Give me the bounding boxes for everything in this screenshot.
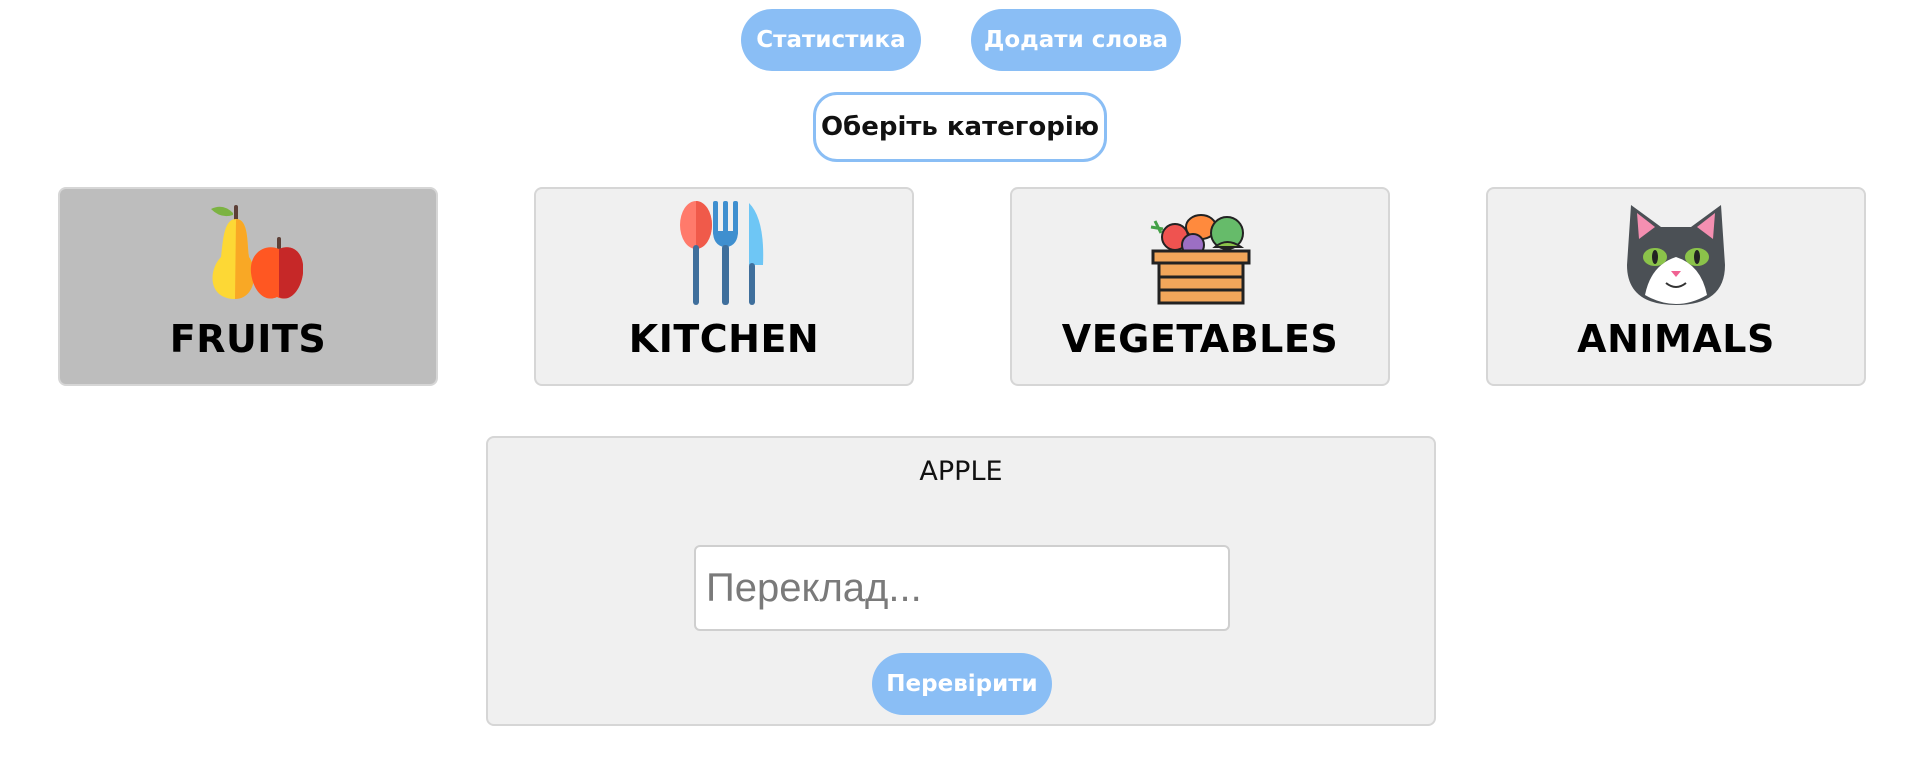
choose-category-heading: Оберіть категорію	[813, 92, 1107, 162]
vegetable-crate-icon	[1145, 199, 1255, 309]
check-button[interactable]: Перевірити	[872, 653, 1052, 715]
cat-icon	[1621, 199, 1731, 309]
statistics-button[interactable]: Статистика	[741, 9, 921, 71]
category-label: ANIMALS	[1577, 317, 1775, 361]
translation-input[interactable]	[694, 545, 1230, 631]
cutlery-icon	[669, 199, 779, 309]
category-card-vegetables[interactable]: VEGETABLES	[1010, 187, 1390, 386]
category-label: VEGETABLES	[1061, 317, 1339, 361]
quiz-panel: APPLE Перевірити	[486, 436, 1436, 726]
fruits-icon	[193, 199, 304, 309]
category-card-fruits[interactable]: FRUITS	[58, 187, 438, 386]
category-label: KITCHEN	[628, 317, 820, 361]
category-card-kitchen[interactable]: KITCHEN	[534, 187, 914, 386]
category-label: FRUITS	[169, 317, 327, 361]
category-card-animals[interactable]: ANIMALS	[1486, 187, 1866, 386]
top-nav: Статистика Додати слова	[0, 9, 1919, 71]
quiz-word: APPLE	[919, 456, 1003, 487]
add-words-button[interactable]: Додати слова	[971, 9, 1181, 71]
